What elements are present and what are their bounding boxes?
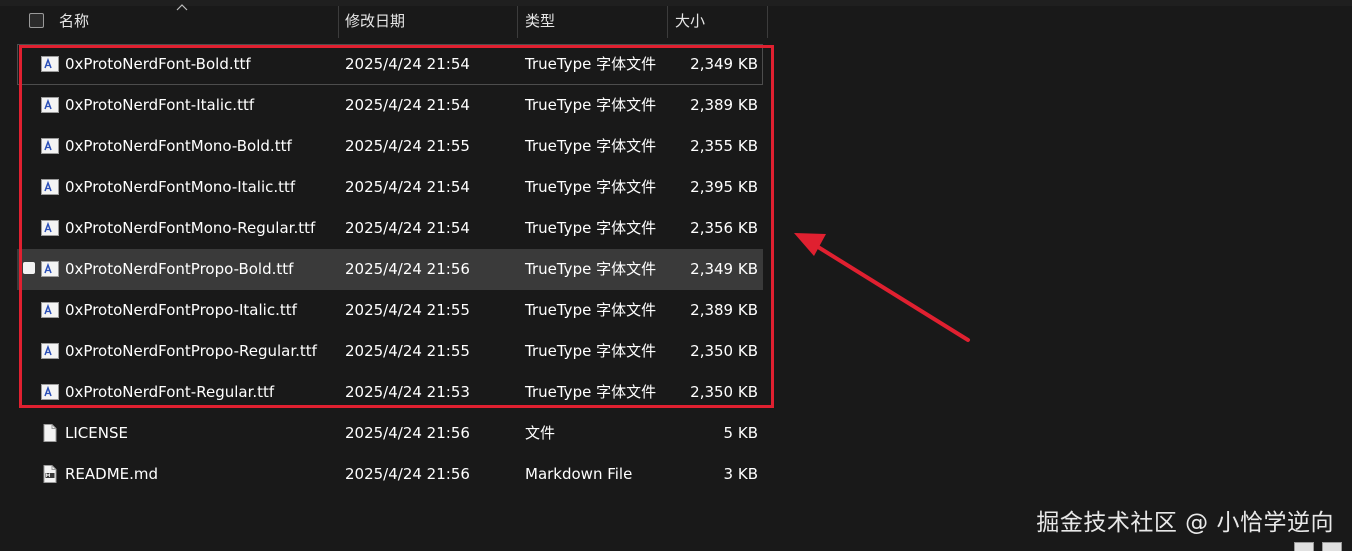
file-type: TrueType 字体文件 xyxy=(525,96,657,114)
file-modified-date: 2025/4/24 21:53 xyxy=(345,383,470,401)
column-name-header[interactable]: 名称 xyxy=(52,6,338,38)
file-type: TrueType 字体文件 xyxy=(525,301,657,319)
file-name[interactable]: 0xProtoNerdFontMono-Regular.ttf xyxy=(65,208,315,249)
file-name[interactable]: LICENSE xyxy=(65,413,128,454)
file-modified-date: 2025/4/24 21:54 xyxy=(345,55,470,73)
file-name[interactable]: 0xProtoNerdFont-Regular.ttf xyxy=(65,372,274,413)
file-modified-date: 2025/4/24 21:55 xyxy=(345,342,470,360)
column-header: 名称 修改日期 类型 大小 xyxy=(0,4,768,38)
file-name[interactable]: 0xProtoNerdFontPropo-Italic.ttf xyxy=(65,290,297,331)
file-row[interactable]: LICENSE 2025/4/24 21:56 文件 5 KB xyxy=(17,413,763,454)
font-file-icon xyxy=(40,341,60,361)
file-size: 2,350 KB xyxy=(690,342,758,360)
file-row[interactable]: 0xProtoNerdFontMono-Bold.ttf 2025/4/24 21… xyxy=(17,126,763,167)
file-row[interactable]: 0xProtoNerdFontPropo-Regular.ttf 2025/4/2… xyxy=(17,331,763,372)
file-name[interactable]: 0xProtoNerdFontPropo-Bold.ttf xyxy=(65,249,293,290)
column-size-header[interactable]: 大小 xyxy=(668,6,768,38)
file-row[interactable]: README.md 2025/4/24 21:56 Markdown File 3 K… xyxy=(17,454,763,495)
font-file-icon xyxy=(40,54,60,74)
font-file-icon xyxy=(40,177,60,197)
watermark-text: 掘金技术社区 @ 小恰学逆向 xyxy=(1036,510,1334,536)
file-size: 2,355 KB xyxy=(690,137,758,155)
file-row[interactable]: 0xProtoNerdFontPropo-Bold.ttf 2025/4/24 2… xyxy=(17,249,763,290)
file-type: Markdown File xyxy=(525,465,633,483)
file-name[interactable]: 0xProtoNerdFontMono-Bold.ttf xyxy=(65,126,292,167)
font-file-icon xyxy=(40,382,60,402)
file-modified-date: 2025/4/24 21:56 xyxy=(345,465,470,483)
file-size: 2,356 KB xyxy=(690,219,758,237)
file-row[interactable]: 0xProtoNerdFontMono-Italic.ttf 2025/4/24 … xyxy=(17,167,763,208)
file-row[interactable]: 0xProtoNerdFontMono-Regular.ttf 2025/4/24… xyxy=(17,208,763,249)
file-size: 2,349 KB xyxy=(690,55,758,73)
font-file-icon xyxy=(40,300,60,320)
file-size: 2,349 KB xyxy=(690,260,758,278)
file-type: TrueType 字体文件 xyxy=(525,260,657,278)
font-file-icon xyxy=(40,218,60,238)
column-type-header[interactable]: 类型 xyxy=(518,6,668,38)
file-name[interactable]: 0xProtoNerdFontMono-Italic.ttf xyxy=(65,167,295,208)
file-name[interactable]: 0xProtoNerdFontPropo-Regular.ttf xyxy=(65,331,317,372)
markdown-file-icon xyxy=(40,464,60,484)
font-file-icon xyxy=(40,259,60,279)
annotation-arrow-icon xyxy=(794,233,970,342)
column-divider[interactable] xyxy=(767,6,768,38)
file-type: TrueType 字体文件 xyxy=(525,219,657,237)
file-type: TrueType 字体文件 xyxy=(525,137,657,155)
blank-file-icon xyxy=(40,423,60,443)
file-size: 5 KB xyxy=(723,424,758,442)
file-row[interactable]: 0xProtoNerdFontPropo-Italic.ttf 2025/4/24… xyxy=(17,290,763,331)
file-modified-date: 2025/4/24 21:56 xyxy=(345,260,470,278)
file-row[interactable]: 0xProtoNerdFont-Regular.ttf 2025/4/24 21:… xyxy=(17,372,763,413)
file-type: TrueType 字体文件 xyxy=(525,178,657,196)
file-size: 3 KB xyxy=(723,465,758,483)
file-type: TrueType 字体文件 xyxy=(525,55,657,73)
file-modified-date: 2025/4/24 21:54 xyxy=(345,96,470,114)
column-date-header[interactable]: 修改日期 xyxy=(338,6,518,38)
file-type: TrueType 字体文件 xyxy=(525,342,657,360)
file-modified-date: 2025/4/24 21:55 xyxy=(345,301,470,319)
file-explorer: 名称 修改日期 类型 大小 0xProtoNerdFont-Bold.ttf 20… xyxy=(0,0,1352,551)
file-size: 2,395 KB xyxy=(690,178,758,196)
file-name[interactable]: 0xProtoNerdFont-Italic.ttf xyxy=(65,85,254,126)
file-size: 2,389 KB xyxy=(690,301,758,319)
select-all-checkbox[interactable] xyxy=(29,13,44,28)
font-file-icon xyxy=(40,136,60,156)
file-row[interactable]: 0xProtoNerdFont-Bold.ttf 2025/4/24 21:54 T… xyxy=(17,44,763,85)
file-type: 文件 xyxy=(525,424,556,442)
file-modified-date: 2025/4/24 21:56 xyxy=(345,424,470,442)
file-type: TrueType 字体文件 xyxy=(525,383,657,401)
file-modified-date: 2025/4/24 21:54 xyxy=(345,219,470,237)
file-name[interactable]: 0xProtoNerdFont-Bold.ttf xyxy=(65,44,251,85)
file-size: 2,389 KB xyxy=(690,96,758,114)
tiles-view-button[interactable] xyxy=(1322,542,1342,551)
row-select-checkbox[interactable] xyxy=(23,262,35,274)
file-modified-date: 2025/4/24 21:54 xyxy=(345,178,470,196)
file-modified-date: 2025/4/24 21:55 xyxy=(345,137,470,155)
file-row[interactable]: 0xProtoNerdFont-Italic.ttf 2025/4/24 21:5… xyxy=(17,85,763,126)
details-view-button[interactable] xyxy=(1294,542,1314,551)
font-file-icon xyxy=(40,95,60,115)
file-size: 2,350 KB xyxy=(690,383,758,401)
file-name[interactable]: README.md xyxy=(65,454,158,495)
